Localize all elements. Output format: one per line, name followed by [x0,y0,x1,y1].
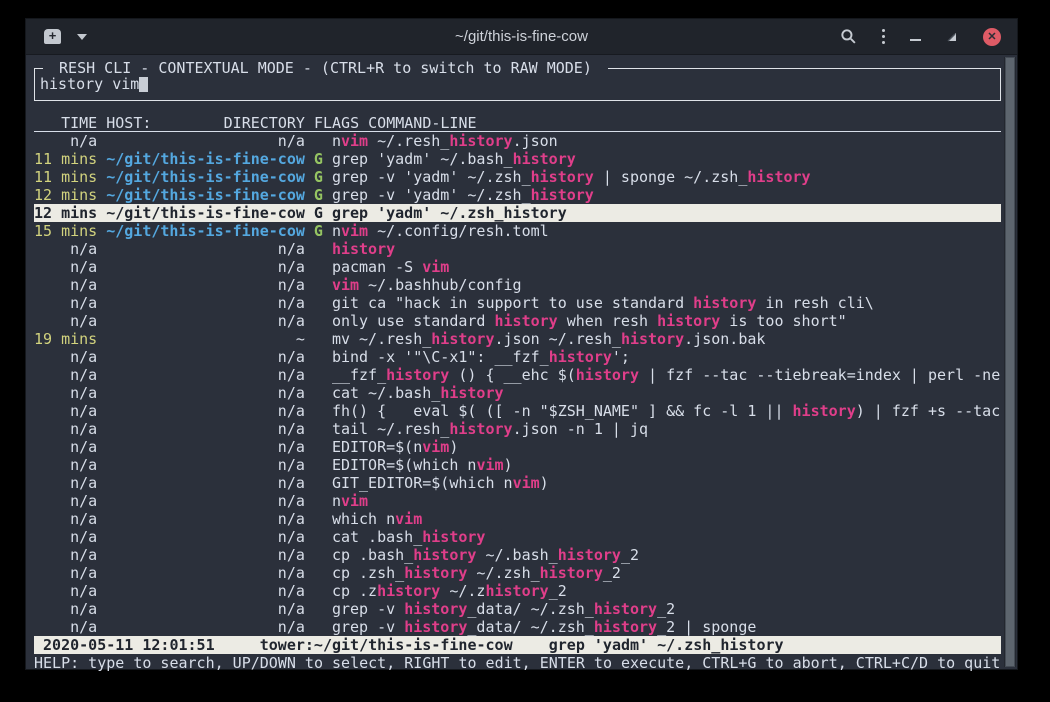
scrollbar-thumb[interactable] [1005,57,1015,667]
history-row[interactable]: n/an/a tail ~/.resh_history.json -n 1 | … [34,420,1001,438]
history-row[interactable]: n/an/a cp .bash_history ~/.bash_history_… [34,546,1001,564]
search-icon[interactable] [840,28,857,45]
history-row[interactable]: n/an/a nvim [34,492,1001,510]
terminal-content: RESH CLI - CONTEXTUAL MODE - (CTRL+R to … [26,55,1017,671]
status-location: tower:~/git/this-is-fine-cow [260,636,513,654]
history-row[interactable]: n/an/a cat ~/.bash_history [34,384,1001,402]
history-row[interactable]: n/an/a cp .zsh_history ~/.zsh_history_2 [34,564,1001,582]
search-panel-title: RESH CLI - CONTEXTUAL MODE - (CTRL+R to … [43,59,608,77]
history-row[interactable]: n/an/a history [34,240,1001,258]
text-cursor [139,76,148,92]
history-row[interactable]: n/an/a cp .zhistory ~/.zhistory_2 [34,582,1001,600]
history-row[interactable]: n/an/a EDITOR=$(which nvim) [34,456,1001,474]
history-row[interactable]: 11 mins~/git/this-is-fine-cowGgrep 'yadm… [34,150,1001,168]
history-row[interactable]: 19 mins~ mv ~/.resh_history.json ~/.resh… [34,330,1001,348]
titlebar: + ~/git/this-is-fine-cow ✕ [26,19,1017,55]
status-bar: 2020-05-11 12:01:51 tower:~/git/this-is-f… [34,636,1001,654]
chevron-down-icon[interactable] [77,34,87,40]
history-row[interactable]: n/an/a only use standard history when re… [34,312,1001,330]
history-row[interactable]: 12 mins~/git/this-is-fine-cowGgrep 'yadm… [34,204,1001,222]
help-line: HELP: type to search, UP/DOWN to select,… [34,654,1001,671]
maximize-icon[interactable] [946,31,958,43]
history-row[interactable]: 12 mins~/git/this-is-fine-cowGgrep -v 'y… [34,186,1001,204]
history-row[interactable]: n/an/a nvim ~/.resh_history.json [34,132,1001,150]
history-row[interactable]: 11 mins~/git/this-is-fine-cowGgrep -v 'y… [34,168,1001,186]
status-datetime: 2020-05-11 12:01:51 [43,636,215,654]
history-row[interactable]: 15 mins~/git/this-is-fine-cowGnvim ~/.co… [34,222,1001,240]
table-header: TIME HOST: DIRECTORY FLAGS COMMAND-LINE [34,114,1001,132]
history-row[interactable]: n/an/a which nvim [34,510,1001,528]
minimize-icon[interactable] [910,39,921,41]
history-row[interactable]: n/an/a pacman -S vim [34,258,1001,276]
history-row[interactable]: n/an/a GIT_EDITOR=$(which nvim) [34,474,1001,492]
history-row[interactable]: n/an/a bind -x '"\C-x1": __fzf_history'; [34,348,1001,366]
history-row[interactable]: n/an/a EDITOR=$(nvim) [34,438,1001,456]
history-row[interactable]: n/an/a grep -v history_data/ ~/.zsh_hist… [34,618,1001,636]
close-icon[interactable]: ✕ [983,28,1001,46]
new-tab-icon[interactable]: + [44,29,61,44]
history-row[interactable]: n/an/a vim ~/.bashhub/config [34,276,1001,294]
history-row[interactable]: n/an/a grep -v history_data/ ~/.zsh_hist… [34,600,1001,618]
status-command: grep 'yadm' ~/.zsh_history [549,636,784,654]
search-query: history vim [40,75,139,93]
history-row[interactable]: n/an/a git ca "hack in support to use st… [34,294,1001,312]
history-row[interactable]: n/an/a __fzf_history () { __ehc $(histor… [34,366,1001,384]
history-row[interactable]: n/an/a fh() { eval $( ([ -n "$ZSH_NAME" … [34,402,1001,420]
scrollbar[interactable] [1004,57,1016,667]
history-row[interactable]: n/an/a cat .bash_history [34,528,1001,546]
history-rows: n/an/a nvim ~/.resh_history.json11 mins~… [34,132,1001,636]
search-panel: RESH CLI - CONTEXTUAL MODE - (CTRL+R to … [34,68,1001,101]
menu-icon[interactable] [882,29,886,45]
terminal-window: + ~/git/this-is-fine-cow ✕ RESH CLI - CO… [25,18,1018,670]
